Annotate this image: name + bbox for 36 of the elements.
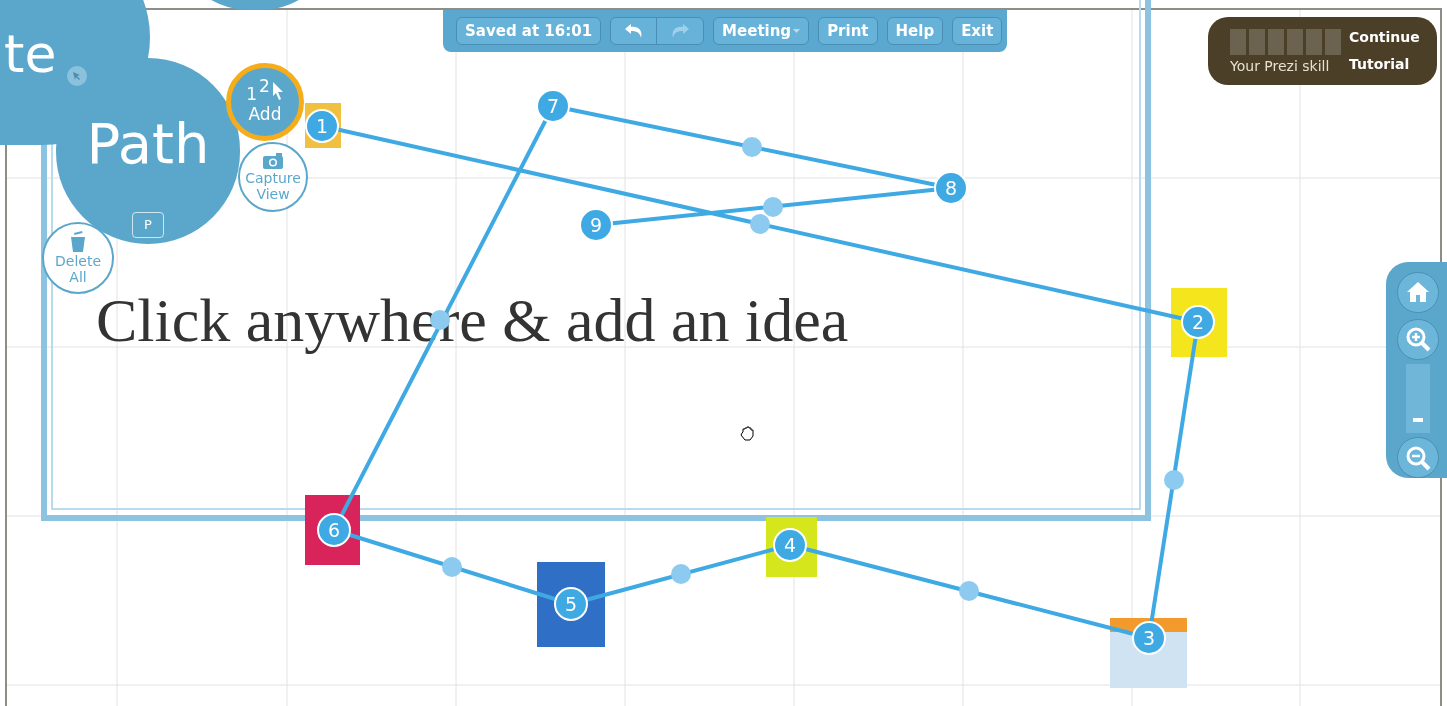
path-midpoint-handle[interactable] bbox=[442, 557, 462, 577]
path-midpoint-handle[interactable] bbox=[742, 137, 762, 157]
zoom-in-icon bbox=[1405, 326, 1431, 353]
add-button[interactable]: 1 2 Add bbox=[226, 63, 304, 141]
shortcut-key: P bbox=[132, 212, 164, 238]
toolbar-button[interactable]: Exit bbox=[952, 17, 1003, 45]
zoom-out-button[interactable] bbox=[1397, 437, 1439, 478]
path-midpoint-handle[interactable] bbox=[959, 581, 979, 601]
zoom-in-button[interactable] bbox=[1397, 318, 1439, 360]
path-midpoint-handle[interactable] bbox=[763, 197, 783, 217]
pointer-icon bbox=[271, 80, 284, 101]
toolbar-button[interactable]: Print bbox=[818, 17, 878, 45]
cursor-icon[interactable] bbox=[67, 66, 87, 86]
continue-tutorial-button[interactable]: Continue Tutorial bbox=[1349, 24, 1429, 78]
skill-label: Your Prezi skill bbox=[1230, 57, 1330, 74]
home-icon bbox=[1406, 281, 1430, 304]
save-status: Saved at 16:01 bbox=[456, 17, 602, 45]
capture-view-button[interactable]: Capture View bbox=[238, 142, 308, 212]
camera-icon bbox=[262, 152, 284, 170]
delete-all-button[interactable]: Delete All bbox=[42, 222, 114, 294]
path-point[interactable]: 7 bbox=[536, 89, 570, 123]
path-point[interactable]: 8 bbox=[934, 171, 968, 205]
home-button[interactable] bbox=[1397, 272, 1439, 313]
trash-icon bbox=[70, 231, 86, 253]
path-midpoint-handle[interactable] bbox=[750, 214, 770, 234]
path-midpoint-handle[interactable] bbox=[671, 564, 691, 584]
path-label[interactable]: Path bbox=[86, 109, 210, 179]
toolbar-button[interactable]: Help bbox=[886, 17, 944, 45]
zoom-out-icon bbox=[1405, 444, 1431, 471]
path-midpoint-handle[interactable] bbox=[1164, 470, 1184, 490]
zoom-slider-thumb[interactable] bbox=[1413, 417, 1423, 422]
zoom-slider[interactable] bbox=[1406, 363, 1430, 434]
path-point[interactable]: 9 bbox=[579, 208, 613, 242]
caret-icon bbox=[793, 28, 801, 34]
dropdown-button[interactable]: Meeting bbox=[713, 17, 810, 45]
zebra-label[interactable]: te bbox=[4, 22, 57, 86]
